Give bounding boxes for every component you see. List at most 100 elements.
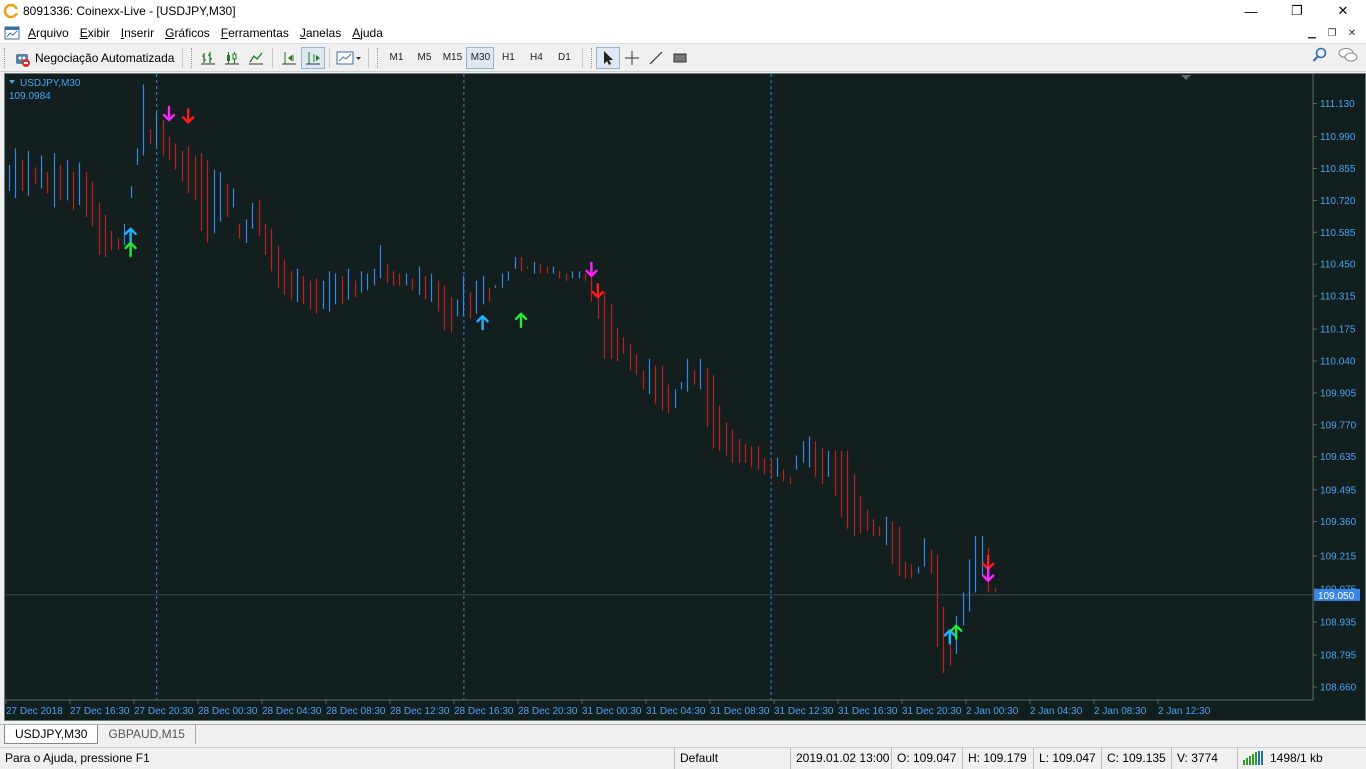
menu-bar: Arquivo Exibir Inserir Gráficos Ferramentas J… — [0, 22, 1366, 44]
arrow-shape — [181, 108, 195, 124]
chart-tab-bar: USDJPY,M30 GBPAUD,M15 — [0, 724, 1366, 746]
status-close: C: 109.135 — [1101, 747, 1171, 769]
price-tick-label: 108.935 — [1320, 618, 1357, 629]
collapse-arrow-icon — [9, 80, 15, 84]
sell-signal-arrow — [181, 108, 195, 124]
crosshair-button[interactable] — [620, 47, 644, 69]
status-traffic: 1498/1 kb — [1237, 747, 1366, 769]
chart-window-icon[interactable] — [4, 25, 20, 41]
chat-icon[interactable] — [1338, 47, 1358, 63]
time-tick-label: 28 Dec 16:30 — [454, 706, 514, 717]
timeframe-m1-button[interactable]: M1 — [382, 47, 410, 69]
status-low: L: 109.047 — [1033, 747, 1101, 769]
menu-ferramentas[interactable]: Ferramentas — [219, 26, 298, 40]
price-tick-label: 110.450 — [1320, 260, 1356, 271]
sell-signal-arrow — [591, 282, 604, 299]
timeframe-d1-button[interactable]: D1 — [550, 47, 578, 69]
auto-scroll-icon — [306, 51, 321, 64]
chart-symbol-label: USDJPY,M30 — [20, 78, 81, 89]
arrow-shape — [982, 566, 995, 582]
price-tick-label: 110.855 — [1320, 164, 1356, 175]
mdi-restore-button[interactable]: ❐ — [1324, 25, 1340, 41]
menu-janelas[interactable]: Janelas — [298, 26, 350, 40]
timeframe-h4-button[interactable]: H4 — [522, 47, 550, 69]
candlestick-button[interactable] — [220, 47, 244, 69]
rectangle-button[interactable] — [668, 47, 692, 69]
chart-canvas[interactable]: 111.130 110.990 110.855 110.720 110.585 110.4… — [5, 74, 1365, 720]
arrow-shape — [162, 105, 176, 122]
time-tick-label: 28 Dec 04:30 — [262, 706, 322, 717]
price-tick-label: 109.360 — [1320, 517, 1357, 528]
price-tick-label: 108.660 — [1320, 683, 1357, 694]
line-chart-button[interactable] — [244, 47, 268, 69]
time-tick-label: 28 Dec 12:30 — [390, 706, 450, 717]
templates-button[interactable] — [334, 47, 364, 69]
trendline-button[interactable] — [644, 47, 668, 69]
sell-signal-arrow — [162, 105, 176, 122]
price-tick-label: 109.635 — [1320, 452, 1357, 463]
menu-inserir[interactable]: Inserir — [119, 26, 163, 40]
arrow-shape — [591, 282, 604, 299]
sell-signal-arrow — [585, 261, 598, 278]
arrow-shape — [585, 261, 598, 278]
menu-exibir[interactable]: Exibir — [78, 26, 119, 40]
price-tick-label: 109.905 — [1320, 388, 1357, 399]
price-tick-label: 108.795 — [1320, 651, 1357, 662]
chart-price-label: 109.0984 — [9, 91, 51, 102]
auto-scroll-button[interactable] — [301, 46, 326, 69]
price-tick-label: 109.770 — [1320, 420, 1357, 431]
current-price-label: 109.050 — [1318, 591, 1355, 602]
buy-signal-arrow — [943, 629, 956, 645]
auto-trading-button[interactable]: Negociação Automatizada — [9, 47, 178, 69]
minimize-button[interactable]: — — [1228, 0, 1274, 22]
time-tick-label: 28 Dec 20:30 — [518, 706, 578, 717]
time-tick-label: 2 Jan 08:30 — [1094, 706, 1147, 717]
window-title: 8091336: Coinexx-Live - [USDJPY,M30] — [23, 4, 236, 18]
tab-gbpaud-m15[interactable]: GBPAUD,M15 — [98, 725, 196, 744]
bar-chart-button[interactable] — [196, 47, 220, 69]
price-tick-label: 110.585 — [1320, 228, 1356, 239]
time-tick-label: 27 Dec 16:30 — [70, 706, 130, 717]
toolbar-grip[interactable] — [4, 47, 7, 68]
candlestick-icon — [225, 51, 240, 64]
status-traffic-label: 1498/1 kb — [1270, 751, 1323, 765]
arrow-shape — [124, 241, 137, 258]
chart-shift-icon — [282, 51, 297, 64]
title-bar: 8091336: Coinexx-Live - [USDJPY,M30] — ❐… — [0, 0, 1366, 22]
timeframe-h1-button[interactable]: H1 — [494, 47, 522, 69]
sell-signal-arrow — [982, 566, 995, 582]
status-bar: Para o Ajuda, pressione F1 Default 2019.… — [0, 747, 1366, 769]
timeframe-m30-button[interactable]: M30 — [466, 46, 495, 69]
time-tick-label: 31 Dec 08:30 — [710, 706, 770, 717]
close-button[interactable]: ✕ — [1320, 0, 1366, 22]
timeframe-m5-button[interactable]: M5 — [410, 47, 438, 69]
connection-bars-icon — [1243, 751, 1263, 765]
search-icon[interactable] — [1312, 47, 1328, 63]
cursor-button[interactable] — [596, 46, 621, 69]
mdi-minimize-button[interactable]: ▁ — [1304, 25, 1320, 41]
menu-graficos[interactable]: Gráficos — [163, 26, 219, 40]
status-open: O: 109.047 — [891, 747, 962, 769]
templates-icon — [336, 51, 362, 64]
time-tick-label: 2 Jan 04:30 — [1030, 706, 1083, 717]
buy-signal-arrow — [476, 315, 489, 331]
time-tick-label: 31 Dec 00:30 — [582, 706, 642, 717]
price-chart[interactable]: 111.130 110.990 110.855 110.720 110.585 110.4… — [4, 73, 1366, 721]
status-volume: V: 3774 — [1171, 747, 1237, 769]
auto-trading-label: Negociação Automatizada — [35, 50, 175, 65]
price-tick-label: 111.130 — [1320, 99, 1355, 110]
buy-signal-arrow — [514, 312, 528, 329]
mdi-close-button[interactable]: ✕ — [1344, 25, 1360, 41]
chart-shift-button[interactable] — [277, 47, 301, 69]
timeframe-m15-button[interactable]: M15 — [438, 47, 466, 69]
time-tick-label: 31 Dec 12:30 — [774, 706, 834, 717]
trendline-icon — [650, 51, 663, 64]
time-tick-label: 27 Dec 20:30 — [134, 706, 194, 717]
maximize-button[interactable]: ❐ — [1274, 0, 1320, 22]
robot-icon — [16, 53, 30, 67]
menu-ajuda[interactable]: Ajuda — [350, 26, 392, 40]
menu-arquivo[interactable]: Arquivo — [26, 26, 78, 40]
time-tick-label: 27 Dec 2018 — [6, 706, 63, 717]
toolbar: Negociação Automatizada M1 M5 M15 M30 H1 H4 D1 — [0, 44, 1366, 72]
tab-usdjpy-m30[interactable]: USDJPY,M30 — [4, 725, 99, 744]
